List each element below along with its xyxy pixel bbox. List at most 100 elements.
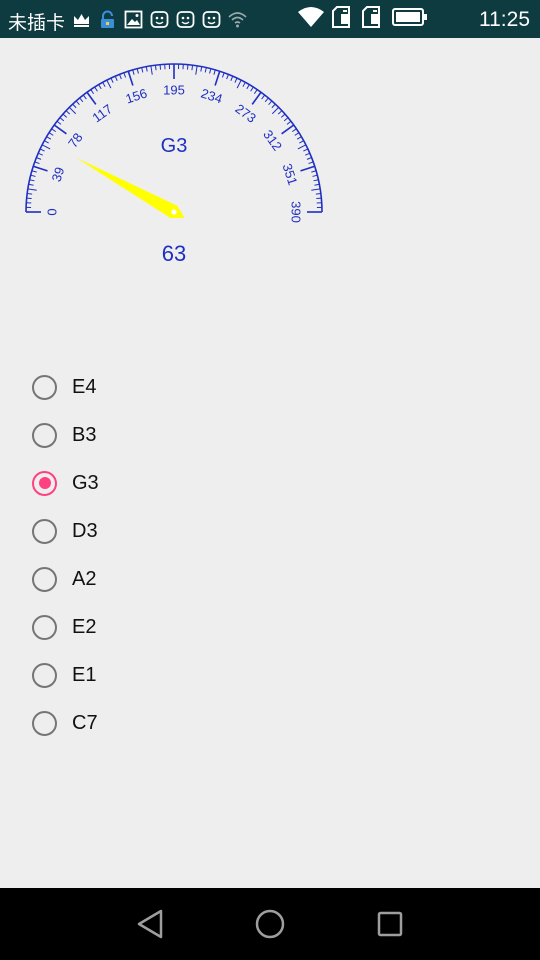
gauge-tick-label: 234 <box>199 85 224 106</box>
gauge-tick <box>195 65 198 75</box>
gauge-tick <box>250 86 254 92</box>
gauge-tick <box>214 70 221 86</box>
gauge-tick-label: 273 <box>233 101 259 126</box>
radio-option-g3[interactable]: G3 <box>32 459 332 507</box>
gauge-tick <box>53 124 67 135</box>
gauge-tick <box>145 66 148 72</box>
radio-label: E1 <box>72 663 97 686</box>
gauge-tick <box>154 65 157 71</box>
carrier-text: 未插卡 <box>8 12 66 34</box>
gauge-tick <box>226 74 229 80</box>
gauge-tick <box>90 89 95 95</box>
back-icon[interactable] <box>136 908 164 940</box>
gauge-tick-label: 39 <box>49 165 68 183</box>
gauge-tick <box>200 66 203 72</box>
radio-label: A2 <box>72 567 97 590</box>
radio-option-e1[interactable]: E1 <box>32 651 332 699</box>
gauge-tick <box>94 86 98 92</box>
gauge-tick <box>303 148 309 152</box>
gauge-tick <box>75 100 80 106</box>
system-icons <box>298 5 428 33</box>
radio-unchecked-icon[interactable] <box>32 710 57 736</box>
recents-icon[interactable] <box>377 911 403 937</box>
navigation-bar <box>0 888 540 960</box>
gauge-tick <box>65 110 71 115</box>
wifi-weak-icon <box>228 10 247 29</box>
gauge-tick <box>299 140 304 144</box>
radio-unchecked-icon[interactable] <box>32 374 57 400</box>
gauge-tick <box>283 117 289 122</box>
lock-icon <box>98 10 117 29</box>
gauge-tick <box>209 68 212 74</box>
gauge-tick <box>246 84 250 90</box>
radio-label: C7 <box>72 711 98 734</box>
gauge-tick <box>86 91 97 105</box>
gauge-tick <box>48 132 54 136</box>
radio-option-b3[interactable]: B3 <box>32 411 332 459</box>
wifi-icon <box>298 6 324 33</box>
gauge-tick <box>280 113 286 118</box>
gauge-tick <box>136 68 139 74</box>
gauge-tick <box>79 97 84 103</box>
gauge-tick <box>59 117 65 122</box>
radio-unchecked-icon[interactable] <box>32 662 57 688</box>
gauge-tick <box>51 128 57 133</box>
cat-icon <box>202 10 221 29</box>
radio-option-a2[interactable]: A2 <box>32 555 332 603</box>
gauge-tick <box>268 100 273 106</box>
radio-option-c7[interactable]: C7 <box>32 699 332 747</box>
radio-option-e2[interactable]: E2 <box>32 603 332 651</box>
gauge-tick-label: 195 <box>163 83 185 98</box>
gauge-tick <box>27 188 37 191</box>
gauge-note-label: G3 <box>161 135 188 157</box>
gauge-tick <box>34 161 40 165</box>
gauge-tick <box>141 67 144 73</box>
gauge-tick <box>36 157 42 160</box>
gauge-tick <box>313 179 319 182</box>
gauge-tick <box>300 165 316 172</box>
gauge-tick <box>253 89 258 95</box>
radio-unchecked-icon[interactable] <box>32 422 57 448</box>
radio-label: G3 <box>72 471 99 494</box>
radio-checked-icon[interactable] <box>32 470 57 496</box>
gauge-tick <box>56 120 62 125</box>
gauge-tick <box>251 91 262 105</box>
gauge-tick-label: 351 <box>280 162 301 187</box>
gauge-tick-label: 312 <box>260 127 285 153</box>
gauge-tick <box>305 152 311 156</box>
sim-icon <box>332 5 354 33</box>
gauge-tick <box>271 103 276 109</box>
gauge-tick <box>291 128 297 133</box>
gauge-tick <box>234 77 238 83</box>
radio-option-d3[interactable]: D3 <box>32 507 332 555</box>
gauge-tick <box>31 170 37 173</box>
gauge-tick <box>44 140 49 144</box>
notification-icons <box>72 9 247 29</box>
gauge-tick <box>236 79 242 89</box>
gauge-tick <box>39 148 45 152</box>
gauge-tick <box>114 75 118 81</box>
radio-unchecked-icon[interactable] <box>32 614 57 640</box>
radio-option-e4[interactable]: E4 <box>32 363 332 411</box>
clock: 11:25 <box>479 8 530 31</box>
gauge-tick <box>314 183 320 186</box>
gauge-tick <box>72 103 77 109</box>
radio-unchecked-icon[interactable] <box>32 518 57 544</box>
gauge-tick <box>132 69 135 75</box>
gauge-tick <box>28 183 34 186</box>
radio-unchecked-icon[interactable] <box>32 566 57 592</box>
gauge-tick <box>123 72 127 78</box>
sim-icon <box>362 5 384 33</box>
home-icon[interactable] <box>255 909 285 939</box>
gauge-tick <box>261 94 266 100</box>
gauge-tick <box>37 152 43 156</box>
gauge-tick-label: 390 <box>289 201 304 223</box>
gauge-tick <box>41 144 51 150</box>
gauge-tick <box>230 75 234 81</box>
gauge-tick-label: 78 <box>65 130 86 151</box>
gauge-tick <box>213 69 216 75</box>
radio-label: E4 <box>72 375 97 398</box>
gauge-tick <box>296 136 302 140</box>
battery-icon <box>392 7 428 32</box>
gauge-value-label: 63 <box>162 241 186 266</box>
